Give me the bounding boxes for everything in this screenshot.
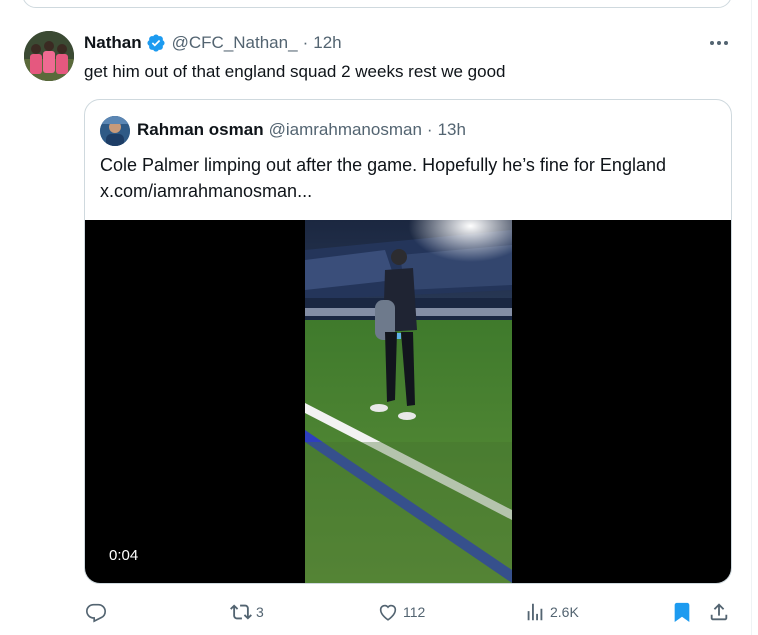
avatar[interactable] [24,31,74,81]
quoted-text: Cole Palmer limping out after the game. … [100,152,720,204]
more-dots-icon[interactable] [708,34,730,52]
bookmark-icon [674,602,690,623]
video-duration: 0:04 [109,547,139,564]
separator-dot: · [302,33,309,52]
quoted-author-name: Rahman osman [137,120,264,139]
reply-button[interactable] [85,598,111,626]
author-name[interactable]: Nathan [84,33,142,53]
heart-icon [379,604,397,621]
video-frame [305,220,512,583]
quoted-header: Rahman osman @iamrahmanosman · 13h [137,119,466,141]
bookmark-button[interactable] [671,598,693,626]
like-button[interactable]: 112 [377,598,425,626]
tweet-text: get him out of that england squad 2 week… [84,62,506,81]
previous-tweet-card [22,0,732,8]
retweet-button[interactable]: 3 [230,598,264,626]
retweet-count: 3 [256,604,264,620]
quoted-text-line: Cole Palmer limping out after the game. … [100,155,666,175]
video-player[interactable]: 0:04 [85,220,731,583]
quoted-timestamp: 13h [437,120,466,139]
like-count: 112 [403,604,426,620]
share-icon [710,603,728,621]
action-bar: 3 112 2.6K [0,598,758,626]
timeline-border [751,0,752,635]
reply-icon [86,603,106,623]
quoted-link: x.com/iamrahmanosman... [100,181,313,201]
quoted-tweet[interactable]: Rahman osman @iamrahmanosman · 13h Cole … [84,99,732,584]
share-button[interactable] [708,598,730,626]
verified-badge-icon [146,33,166,53]
views-count: 2.6K [550,604,579,620]
author-handle[interactable]: @CFC_Nathan_ [172,33,298,53]
timestamp[interactable]: 12h [313,33,341,53]
retweet-icon [230,604,252,620]
separator-dot: · [426,120,433,139]
views-button[interactable]: 2.6K [524,598,579,626]
quoted-author-handle: @iamrahmanosman [268,120,422,139]
quoted-avatar[interactable] [100,116,130,146]
tweet-header: Nathan @CFC_Nathan_ · 12h [84,32,342,54]
views-chart-icon [527,603,543,621]
